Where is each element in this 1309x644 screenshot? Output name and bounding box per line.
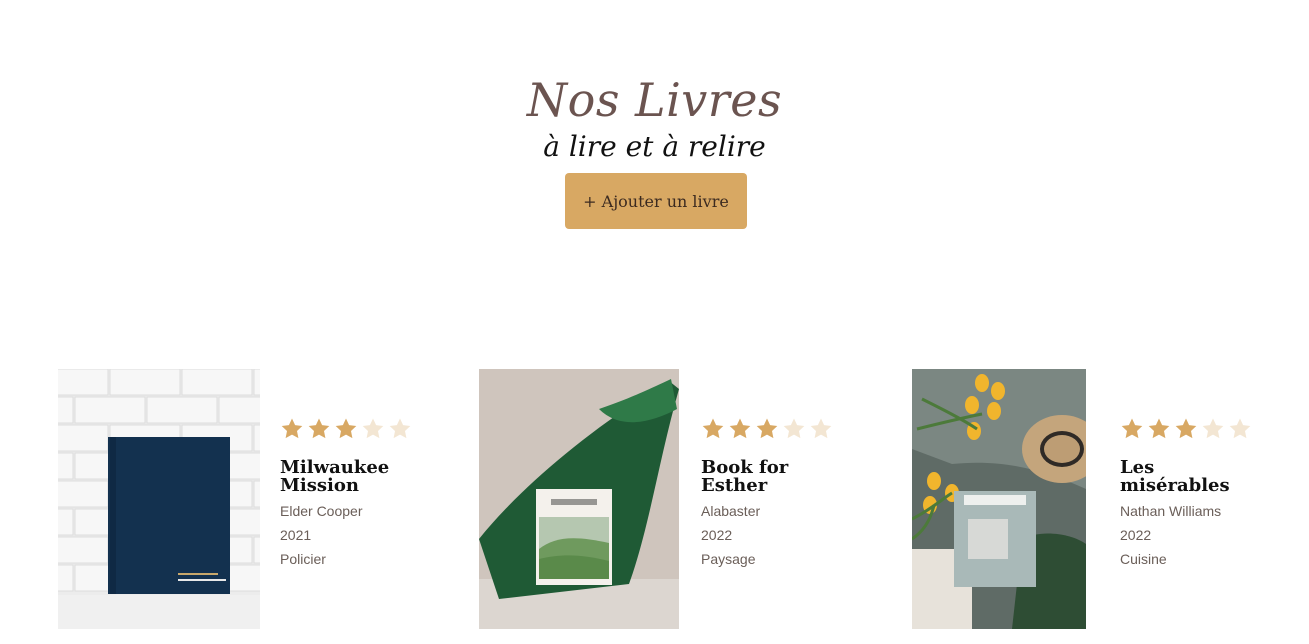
- book-genre: Policier: [280, 551, 326, 567]
- book-title: Milwaukee Mission: [280, 457, 390, 496]
- book-author: Elder Cooper: [280, 503, 363, 519]
- book-cover-illustration: [479, 369, 679, 629]
- book-author: Nathan Williams: [1120, 503, 1222, 519]
- star-empty-icon[interactable]: [782, 417, 806, 441]
- book-genre: Cuisine: [1120, 551, 1167, 567]
- book-title: Les misérables: [1120, 457, 1230, 496]
- star-empty-icon[interactable]: [809, 417, 833, 441]
- star-filled-icon[interactable]: [1120, 417, 1144, 441]
- book-info: Milwaukee Mission Elder Cooper 2021 Poli…: [280, 417, 450, 571]
- star-filled-icon[interactable]: [701, 417, 725, 441]
- book-info: Les misérables Nathan Williams 2022 Cuis…: [1120, 417, 1290, 571]
- book-year: 2022: [701, 527, 733, 543]
- rating-stars: [280, 417, 450, 443]
- book-author: Alabaster: [701, 503, 761, 519]
- rating-stars: [1120, 417, 1290, 443]
- book-title: Book for Esther: [701, 457, 789, 496]
- star-empty-icon[interactable]: [361, 417, 385, 441]
- book-cover-illustration: [912, 369, 1086, 629]
- book-year: 2022: [1120, 527, 1152, 543]
- page-subtitle: à lire et à relire: [543, 130, 766, 163]
- book-cover-image: [912, 369, 1086, 629]
- star-filled-icon[interactable]: [728, 417, 752, 441]
- star-empty-icon[interactable]: [388, 417, 412, 441]
- rating-stars: [701, 417, 871, 443]
- book-genre: Paysage: [701, 551, 756, 567]
- book-cover-illustration: [58, 369, 260, 629]
- star-filled-icon[interactable]: [1174, 417, 1198, 441]
- book-cover-image: [479, 369, 679, 629]
- star-filled-icon[interactable]: [334, 417, 358, 441]
- star-filled-icon[interactable]: [307, 417, 331, 441]
- add-book-button[interactable]: + Ajouter un livre: [565, 173, 747, 229]
- star-filled-icon[interactable]: [755, 417, 779, 441]
- star-empty-icon[interactable]: [1201, 417, 1225, 441]
- page-title: Nos Livres: [526, 73, 783, 127]
- star-empty-icon[interactable]: [1228, 417, 1252, 441]
- book-year: 2021: [280, 527, 312, 543]
- star-filled-icon[interactable]: [1147, 417, 1171, 441]
- book-cover-image: [58, 369, 260, 629]
- book-info: Book for Esther Alabaster 2022 Paysage: [701, 417, 871, 571]
- star-filled-icon[interactable]: [280, 417, 304, 441]
